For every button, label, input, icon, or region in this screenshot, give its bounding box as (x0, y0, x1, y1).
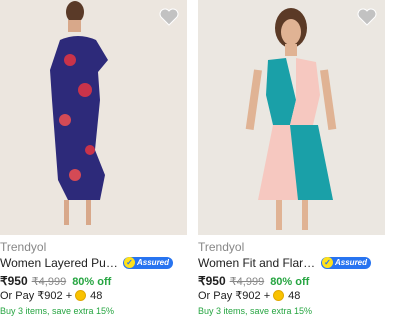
supercoin-pay-row: Or Pay ₹902 + 48 (198, 289, 301, 303)
assured-badge: ✓ Assured (123, 256, 174, 269)
bundle-offer: Buy 3 items, save extra 15% (0, 306, 115, 316)
price-row: ₹950 ₹4,999 80% off (198, 274, 309, 288)
pay-coins: 48 (288, 289, 301, 302)
product-card[interactable]: Trendyol Women Fit and Flare Blue, ... ✓… (198, 0, 385, 320)
product-brand: Trendyol (0, 240, 47, 254)
selling-price: ₹950 (0, 274, 28, 288)
assured-badge: ✓ Assured (321, 256, 372, 269)
pay-prefix: Or Pay ₹902 + (198, 290, 271, 302)
assured-badge-icon: ✓ (322, 257, 333, 268)
pay-coins: 48 (90, 289, 103, 302)
discount-percent: 80% off (72, 276, 112, 288)
product-title[interactable]: Women Fit and Flare Blue, ... (198, 256, 318, 270)
supercoin-pay-row: Or Pay ₹902 + 48 (0, 289, 103, 303)
supercoin-icon (273, 290, 285, 301)
original-price: ₹4,999 (229, 276, 265, 288)
assured-label: Assured (335, 258, 368, 267)
product-image[interactable] (0, 0, 187, 235)
heart-icon[interactable] (357, 8, 377, 26)
product-image[interactable] (198, 0, 385, 235)
product-title-row[interactable]: Women Layered Purple Dre... ✓ Assured (0, 255, 187, 270)
product-brand: Trendyol (198, 240, 245, 254)
product-title[interactable]: Women Layered Purple Dre... (0, 256, 120, 270)
discount-percent: 80% off (270, 276, 310, 288)
heart-icon[interactable] (159, 8, 179, 26)
assured-badge-icon: ✓ (124, 257, 135, 268)
product-card[interactable]: Trendyol Women Layered Purple Dre... ✓ A… (0, 0, 187, 320)
pay-prefix: Or Pay ₹902 + (0, 290, 73, 302)
bundle-offer: Buy 3 items, save extra 15% (198, 306, 313, 316)
supercoin-icon (75, 290, 87, 301)
original-price: ₹4,999 (31, 276, 67, 288)
assured-label: Assured (137, 258, 170, 267)
product-title-row[interactable]: Women Fit and Flare Blue, ... ✓ Assured (198, 255, 385, 270)
selling-price: ₹950 (198, 274, 226, 288)
price-row: ₹950 ₹4,999 80% off (0, 274, 111, 288)
